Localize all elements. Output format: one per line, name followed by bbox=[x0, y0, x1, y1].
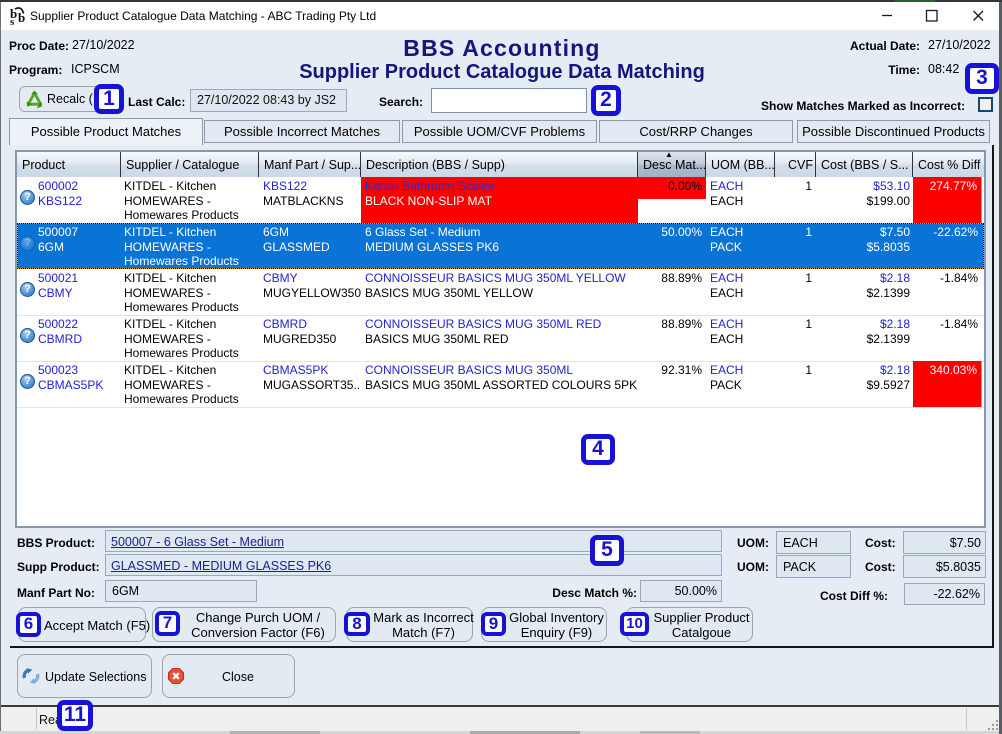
svg-text:b: b bbox=[18, 10, 25, 25]
svg-text:s: s bbox=[10, 16, 15, 27]
